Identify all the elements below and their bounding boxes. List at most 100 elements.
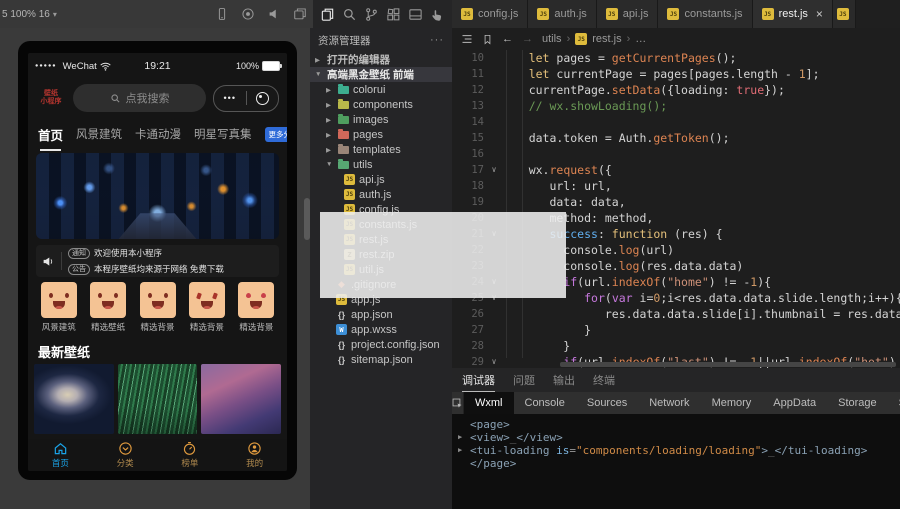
tree-item-label: templates [353, 144, 401, 156]
devtools-tab[interactable]: Console [514, 392, 576, 414]
git-branch-icon[interactable] [364, 7, 379, 22]
device-selector[interactable]: 5 100% 16 ▾ [2, 9, 57, 20]
devtools-tab[interactable]: Sources [576, 392, 638, 414]
fold-spacer [487, 322, 501, 338]
status-right: 100% [188, 61, 280, 71]
tree-item[interactable]: {}sitemap.json [310, 352, 452, 367]
chevron-right-icon: › [567, 33, 571, 45]
tree-item[interactable]: Wapp.wxss [310, 322, 452, 337]
record-icon[interactable] [235, 0, 261, 28]
tree-item[interactable]: ▶templates [310, 142, 452, 157]
tree-item[interactable]: ▼高端黑金壁纸 前端 [310, 67, 452, 82]
category-item[interactable]: 精选背景 [133, 282, 182, 334]
devtools-tab[interactable]: AppData [762, 392, 827, 414]
tree-item[interactable]: {}project.config.json [310, 337, 452, 352]
wxml-node[interactable]: <page> [458, 418, 900, 431]
outline-list-icon[interactable] [461, 33, 473, 45]
wallpaper-thumbnail[interactable] [201, 364, 281, 434]
editor-tab[interactable]: JSconstants.js [658, 0, 752, 28]
section-title: 最新壁纸 [38, 342, 277, 361]
category-item[interactable]: 风景建筑 [34, 282, 83, 334]
code-line: 16 [452, 146, 900, 162]
category-item[interactable]: 精选背景 [182, 282, 231, 334]
nav-tab-item[interactable]: 卡通动漫 [135, 126, 181, 142]
tabbar-label: 榜单 [181, 457, 198, 469]
debugger-panel-tabs: 调试器问题输出终端 [452, 368, 900, 392]
category-label: 风景建筑 [42, 321, 76, 333]
devtools-tab[interactable]: Network [638, 392, 700, 414]
explorer-menu-button[interactable]: ··· [430, 34, 444, 46]
tabbar-item[interactable]: 榜单 [158, 441, 223, 469]
notice-text: 欢迎使用本小程序 [94, 247, 162, 259]
banner-image[interactable] [36, 153, 279, 239]
forward-arrow-icon[interactable]: → [522, 33, 533, 45]
nav-tab-item[interactable]: 明星写真集 [194, 126, 252, 142]
tree-item[interactable]: ▶打开的编辑器 [310, 52, 452, 67]
code-area[interactable]: 10 let pages = getCurrentPages();11 let … [452, 50, 900, 368]
multi-window-icon[interactable] [287, 0, 313, 28]
breadcrumb-file[interactable]: rest.js [592, 33, 621, 45]
category-label: 精选背景 [239, 321, 273, 333]
phone-icon[interactable] [209, 0, 235, 28]
editor-tab[interactable]: JSauth.js [528, 0, 596, 28]
extensions-icon[interactable] [386, 7, 401, 22]
editor-tab[interactable]: JSapi.js [597, 0, 659, 28]
panel-layout-icon[interactable] [408, 7, 423, 22]
more-categories-badge[interactable]: 更多分类 [265, 127, 287, 142]
editor-tab-label: auth.js [554, 8, 586, 20]
panel-tab[interactable]: 输出 [553, 368, 575, 392]
wxml-node[interactable]: </page> [458, 457, 900, 470]
editor-tab[interactable]: JS [833, 0, 856, 28]
close-miniapp-button[interactable] [247, 92, 279, 105]
tree-item[interactable]: ▶pages [310, 127, 452, 142]
fold-icon[interactable]: ∨ [487, 162, 501, 178]
more-menu-button[interactable]: ••• [214, 93, 246, 103]
tree-item[interactable]: JSauth.js [310, 187, 452, 202]
tree-item[interactable]: ▶images [310, 112, 452, 127]
category-item[interactable]: 精选背景 [232, 282, 281, 334]
wallpaper-thumbnail[interactable] [34, 364, 114, 434]
bookmark-icon[interactable] [482, 34, 493, 45]
devtools-tab[interactable]: Memory [701, 392, 763, 414]
tree-item[interactable]: ▶colorui [310, 82, 452, 97]
speaker-icon[interactable] [261, 0, 287, 28]
panel-tab[interactable]: 调试器 [462, 368, 495, 392]
breadcrumb-symbol[interactable]: … [635, 33, 646, 45]
tree-item-label: sitemap.json [351, 354, 413, 366]
search-icon[interactable] [342, 7, 357, 22]
category-item[interactable]: 精选壁纸 [83, 282, 132, 334]
files-icon[interactable] [320, 7, 335, 22]
search-input[interactable]: 点我搜索 [73, 84, 206, 112]
breadcrumb-folder[interactable]: utils [542, 33, 562, 45]
nav-tab-item[interactable]: 风景建筑 [76, 126, 122, 142]
expand-arrow-icon[interactable]: ▶ [458, 431, 470, 444]
fold-icon[interactable]: ∨ [487, 354, 501, 368]
wallpaper-thumbnail[interactable] [118, 364, 198, 434]
panel-tab[interactable]: 问题 [513, 368, 535, 392]
tree-item[interactable]: JSapi.js [310, 172, 452, 187]
tree-item[interactable]: ▼utils [310, 157, 452, 172]
devtools-tab[interactable]: Storage [827, 392, 888, 414]
panel-tab[interactable]: 终端 [593, 368, 615, 392]
element-picker-button[interactable] [452, 392, 464, 414]
tabbar-item[interactable]: 分类 [93, 441, 158, 469]
editor-tab[interactable]: JSrest.js× [753, 0, 833, 28]
tree-item[interactable]: {}app.json [310, 307, 452, 322]
devtools-tab[interactable]: Security [888, 392, 900, 414]
hand-tool-icon[interactable] [430, 7, 445, 22]
back-arrow-icon[interactable]: ← [502, 33, 513, 45]
expand-arrow-icon[interactable]: ▶ [458, 444, 470, 457]
notice-tag: 通知 [68, 248, 90, 259]
close-icon[interactable]: × [816, 8, 823, 20]
tree-item[interactable]: ▶components [310, 97, 452, 112]
tabbar-item[interactable]: 首页 [28, 441, 93, 469]
notice-scroll: 通知 欢迎使用本小程序 公告 本程序壁纸均来源于网络 免费下载 [68, 245, 273, 277]
tabbar-item[interactable]: 我的 [222, 441, 287, 469]
horizontal-scrollbar[interactable] [560, 362, 896, 367]
nav-tab-active[interactable]: 首页 [38, 125, 63, 144]
wxml-node[interactable]: ▶<tui-loading is="components/loading/loa… [458, 444, 900, 457]
editor-tab[interactable]: JSconfig.js [452, 0, 528, 28]
wxml-node[interactable]: ▶<view>_</view> [458, 431, 900, 444]
devtools-tab[interactable]: Wxml [464, 392, 514, 414]
fold-spacer [487, 98, 501, 114]
